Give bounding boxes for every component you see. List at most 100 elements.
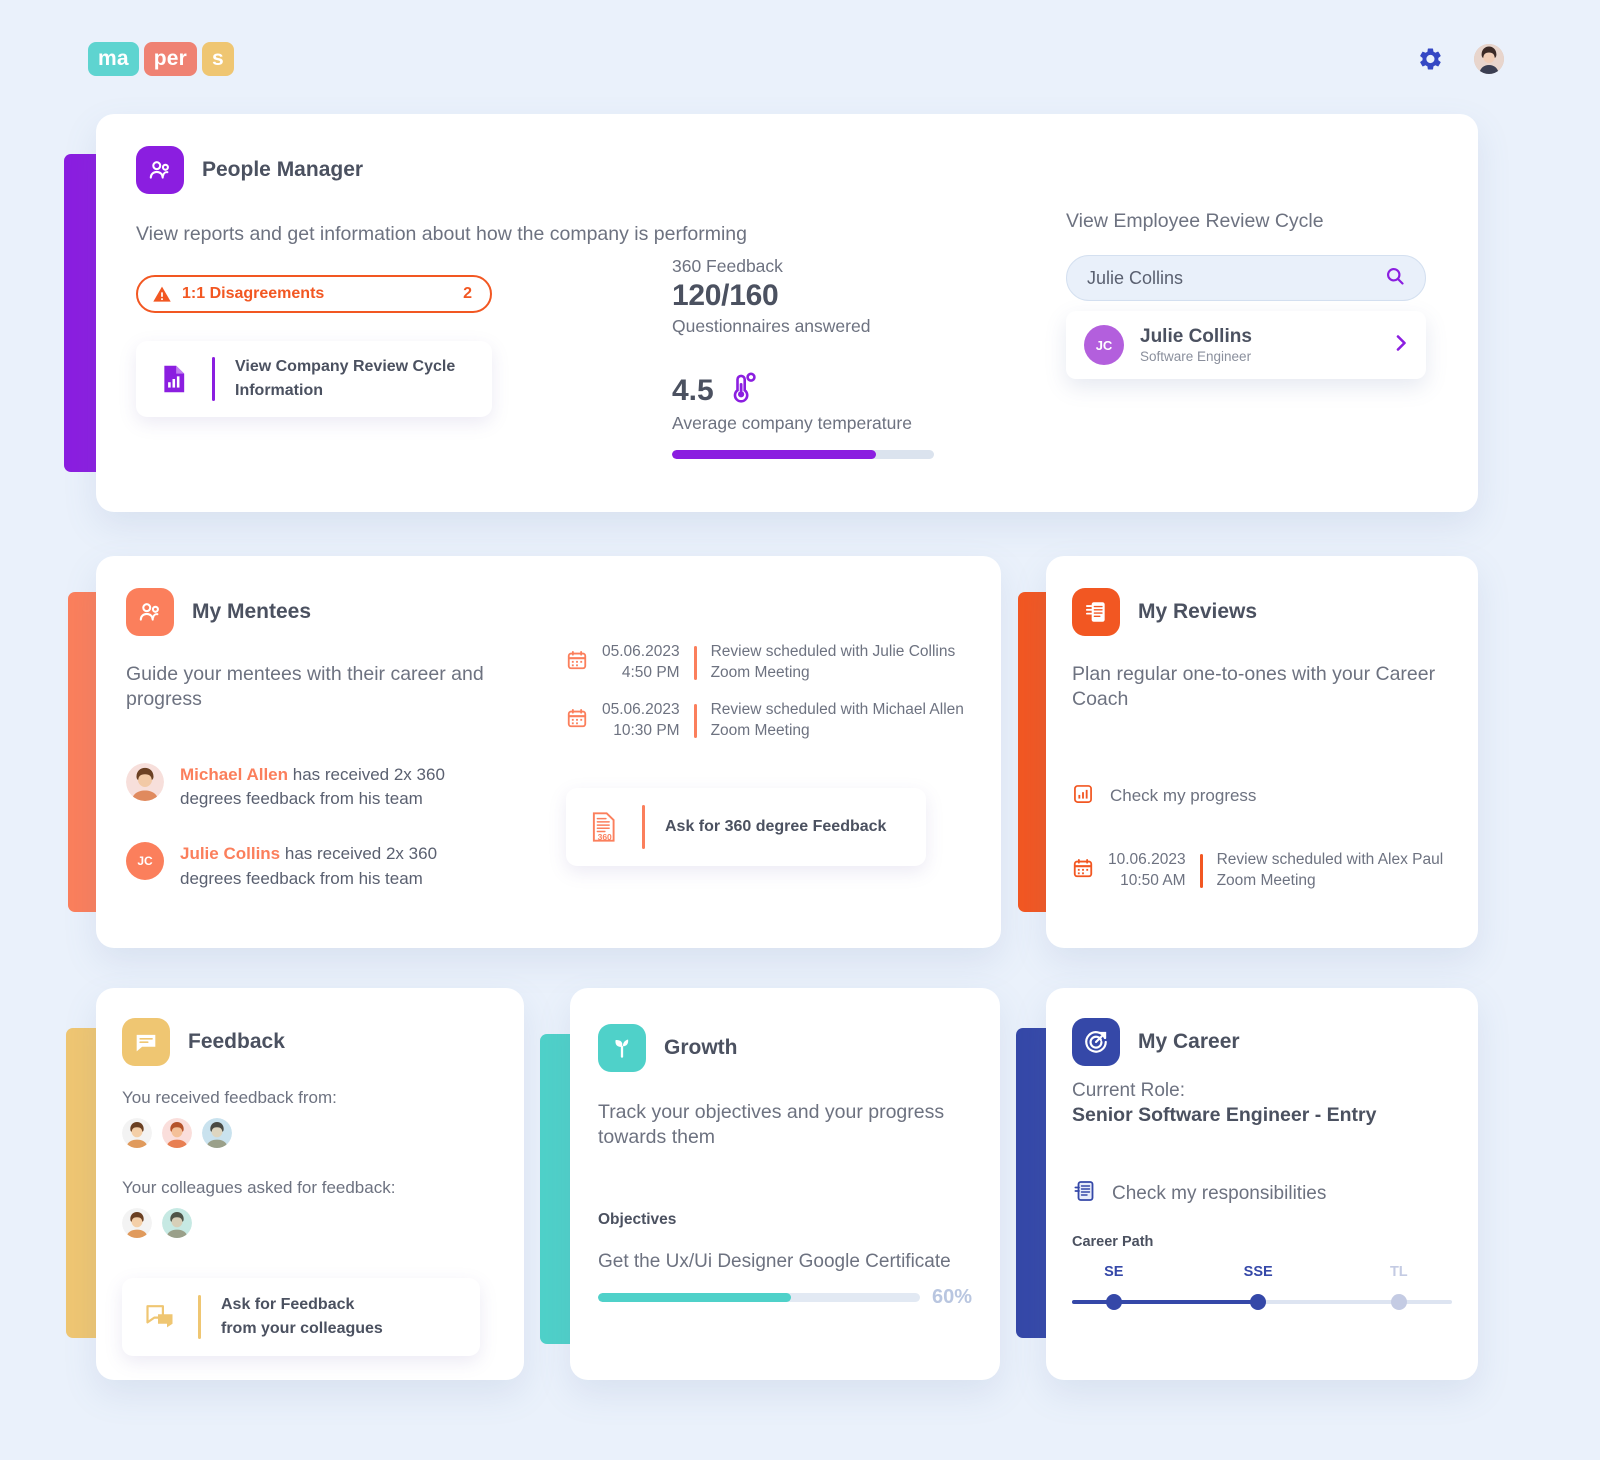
search-result-item[interactable]: JC Julie Collins Software Engineer bbox=[1066, 311, 1426, 379]
action-label: View Company Review Cycle Information bbox=[235, 355, 455, 403]
chevron-right-icon[interactable] bbox=[1394, 333, 1408, 358]
list-item-text: Julie Collins has received 2x 360 degree… bbox=[180, 842, 480, 891]
bar-chart-icon bbox=[1072, 783, 1094, 810]
meeting-datetime: 10.06.2023 10:50 AM bbox=[1108, 850, 1186, 892]
check-my-responsibilities-link[interactable]: Check my responsibilities bbox=[1072, 1179, 1452, 1208]
action-label: Ask for Feedback from your colleagues bbox=[221, 1293, 383, 1341]
search-icon[interactable] bbox=[1385, 266, 1405, 291]
avatar: JC bbox=[126, 841, 164, 880]
my-career-card: My Career Current Role: Senior Software … bbox=[1046, 988, 1478, 1380]
career-path-step-label-sse: SSE bbox=[1243, 1264, 1273, 1280]
view-company-review-cycle-button[interactable]: View Company Review Cycle Information bbox=[136, 341, 492, 418]
temperature-label: Average company temperature bbox=[672, 413, 912, 433]
avatar[interactable] bbox=[202, 1118, 232, 1148]
growth-card: Growth Track your objectives and your pr… bbox=[570, 988, 1000, 1380]
my-reviews-description: Plan regular one-to-ones with your Caree… bbox=[1072, 663, 1436, 711]
my-mentees-description: Guide your mentees with their career and… bbox=[126, 663, 484, 711]
ask-360-feedback-button[interactable]: 360 Ask for 360 degree Feedback bbox=[566, 787, 926, 866]
action-divider bbox=[212, 357, 215, 402]
feedback-stat-label: 360 Feedback bbox=[672, 256, 783, 276]
dashboard-page: ma per s People Manager View reports and… bbox=[0, 0, 1600, 1460]
disagreements-count: 2 bbox=[463, 285, 472, 303]
meeting-datetime: 05.06.2023 10:30 PM bbox=[602, 700, 680, 742]
meeting-time: 4:50 PM bbox=[621, 663, 680, 681]
disagreements-badge[interactable]: 1:1 Disagreements 2 bbox=[136, 275, 492, 314]
meeting-description: Review scheduled with Michael Allen Zoom… bbox=[711, 700, 964, 742]
avatar[interactable] bbox=[162, 1208, 192, 1238]
meeting-title: Review scheduled with Michael Allen bbox=[710, 700, 964, 718]
avatar: JC bbox=[1084, 325, 1124, 365]
user-avatar[interactable] bbox=[1474, 44, 1504, 74]
meeting-item[interactable]: 10.06.2023 10:50 AM Review scheduled wit… bbox=[1072, 850, 1452, 892]
warning-icon bbox=[152, 285, 172, 304]
app-header: ma per s bbox=[0, 0, 1600, 118]
mentee-name: Michael Allen bbox=[180, 764, 289, 784]
employee-search-panel: View Employee Review Cycle JC Julie Coll… bbox=[1066, 210, 1426, 379]
career-path-step-label-tl: TL bbox=[1389, 1264, 1408, 1280]
logo-part-per: per bbox=[143, 42, 198, 76]
temperature-row: 4.5 bbox=[672, 371, 972, 410]
meeting-platform: Zoom Meeting bbox=[710, 721, 810, 739]
ask-for-feedback-button[interactable]: Ask for Feedback from your colleagues bbox=[122, 1278, 480, 1356]
header-actions bbox=[1416, 44, 1504, 74]
my-career-header: My Career bbox=[1072, 1018, 1452, 1066]
document-360-icon: 360 bbox=[584, 811, 624, 843]
feedback-header: Feedback bbox=[122, 1018, 498, 1066]
action-divider bbox=[198, 1295, 201, 1339]
people-icon bbox=[126, 588, 174, 636]
meeting-divider bbox=[1199, 853, 1203, 888]
avatar[interactable] bbox=[122, 1208, 152, 1238]
search-input[interactable] bbox=[1087, 267, 1385, 289]
temperature-progress-track bbox=[672, 450, 934, 459]
check-my-progress-link[interactable]: Check my progress bbox=[1072, 783, 1452, 810]
logo-part-s: s bbox=[202, 42, 234, 76]
meeting-title: Review scheduled with Alex Paul bbox=[1216, 850, 1444, 868]
report-chart-icon bbox=[154, 364, 194, 394]
feedback-received-label: You received feedback from: bbox=[122, 1088, 337, 1107]
my-reviews-card: My Reviews Plan regular one-to-ones with… bbox=[1046, 556, 1478, 948]
action-label-line1: View Company Review Cycle bbox=[235, 358, 456, 376]
objective-name: Get the Ux/Ui Designer Google Certificat… bbox=[598, 1250, 951, 1272]
current-role-label: Current Role: bbox=[1072, 1080, 1185, 1101]
objective-progress-fill bbox=[598, 1292, 792, 1302]
review-doc-icon bbox=[1072, 588, 1120, 636]
svg-text:360: 360 bbox=[598, 831, 612, 841]
avatar[interactable] bbox=[122, 1118, 152, 1148]
meeting-item[interactable]: 05.06.2023 4:50 PM Review scheduled with… bbox=[566, 642, 966, 684]
feedback-asked-avatars bbox=[122, 1208, 498, 1238]
check-my-responsibilities-label: Check my responsibilities bbox=[1112, 1182, 1327, 1204]
disagreements-label: 1:1 Disagreements bbox=[182, 285, 325, 303]
current-role-value: Senior Software Engineer - Entry bbox=[1072, 1104, 1377, 1126]
avatar[interactable] bbox=[162, 1118, 192, 1148]
objective-progress-track bbox=[598, 1292, 920, 1302]
meeting-date: 10.06.2023 bbox=[1108, 850, 1186, 868]
meeting-description: Review scheduled with Alex Paul Zoom Mee… bbox=[1217, 850, 1444, 892]
career-path-label: Career Path bbox=[1072, 1234, 1154, 1250]
people-manager-header: People Manager bbox=[136, 146, 1438, 194]
career-path-dot-tl[interactable] bbox=[1390, 1294, 1407, 1310]
employee-search-box[interactable] bbox=[1066, 255, 1426, 301]
career-path-dot-se[interactable] bbox=[1105, 1294, 1122, 1310]
feedback-title: Feedback bbox=[188, 1030, 285, 1053]
meeting-title: Review scheduled with Julie Collins bbox=[710, 643, 956, 660]
search-result-info: Julie Collins Software Engineer bbox=[1140, 326, 1252, 364]
people-icon bbox=[136, 146, 184, 194]
app-logo[interactable]: ma per s bbox=[88, 42, 234, 76]
meeting-time: 10:50 AM bbox=[1120, 871, 1186, 889]
logo-part-ma: ma bbox=[88, 42, 139, 76]
career-path-slider: SE SSE TL bbox=[1072, 1264, 1452, 1316]
list-item-text: Michael Allen has received 2x 360 degree… bbox=[180, 763, 480, 812]
action-label-line2: Information bbox=[235, 382, 323, 400]
meeting-divider bbox=[693, 703, 697, 738]
mentee-name: Julie Collins bbox=[180, 843, 281, 863]
meeting-item[interactable]: 05.06.2023 10:30 PM Review scheduled wit… bbox=[566, 700, 966, 742]
career-path-dot-sse[interactable] bbox=[1250, 1294, 1267, 1310]
chat-bubble-icon bbox=[122, 1018, 170, 1066]
feedback-received-avatars bbox=[122, 1118, 498, 1148]
chat-bubbles-icon bbox=[140, 1303, 180, 1331]
growth-title: Growth bbox=[664, 1036, 738, 1059]
gear-icon[interactable] bbox=[1416, 45, 1444, 73]
mentees-meetings-list: 05.06.2023 4:50 PM Review scheduled with… bbox=[566, 642, 966, 866]
feedback-stat-value: 120/160 bbox=[672, 279, 779, 312]
objective-percent: 60% bbox=[931, 1285, 972, 1308]
